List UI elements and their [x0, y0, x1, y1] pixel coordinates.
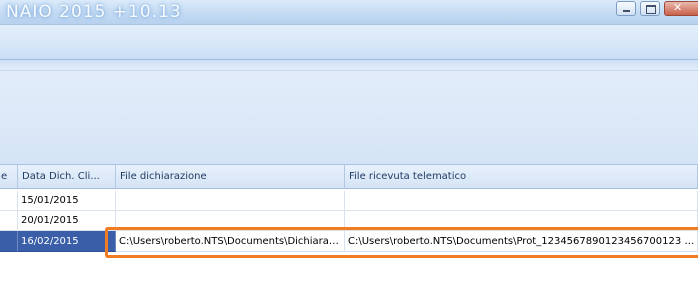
file-ricevuta-cell[interactable] [345, 191, 698, 211]
minimize-icon [623, 10, 630, 12]
table-row[interactable]: 15/01/2015 [0, 191, 698, 211]
ribbon-strip [0, 60, 698, 71]
column-header-data-dich[interactable]: Data Dich. Cli... [18, 165, 116, 189]
data-grid: e Data Dich. Cli... File dichiarazione F… [0, 165, 698, 291]
window-title: NAIO 2015 +10.13 [6, 2, 182, 22]
ribbon-panel [0, 60, 698, 165]
maximize-button[interactable] [640, 1, 660, 16]
close-icon: ✕ [673, 1, 683, 14]
date-cell[interactable]: 16/02/2015 [18, 231, 116, 252]
file-dichiarazione-cell[interactable] [116, 191, 345, 211]
date-cell[interactable]: 15/01/2015 [18, 191, 116, 211]
column-header-e[interactable]: e [0, 165, 18, 189]
row-indicator-cell [0, 231, 18, 252]
column-header-file-ricevuta[interactable]: File ricevuta telematico [345, 165, 698, 189]
toolbar [0, 24, 698, 60]
minimize-button[interactable] [616, 1, 636, 16]
row-indicator-cell [0, 191, 18, 211]
file-dichiarazione-cell[interactable]: C:\Users\roberto.NTS\Documents\Dichiaraz… [116, 231, 345, 252]
row-indicator-cell [0, 211, 18, 231]
file-dichiarazione-cell[interactable] [116, 211, 345, 231]
table-row-selected[interactable]: 16/02/2015 C:\Users\roberto.NTS\Document… [0, 231, 698, 252]
table-row[interactable]: 20/01/2015 [0, 211, 698, 231]
title-bar: NAIO 2015 +10.13 ✕ [0, 0, 698, 24]
close-button[interactable]: ✕ [664, 1, 698, 16]
file-ricevuta-cell[interactable] [345, 211, 698, 231]
file-ricevuta-cell[interactable]: C:\Users\roberto.NTS\Documents\Prot_1234… [345, 231, 698, 252]
maximize-icon [646, 5, 656, 14]
date-cell[interactable]: 20/01/2015 [18, 211, 116, 231]
column-header-file-dichiarazione[interactable]: File dichiarazione [116, 165, 345, 189]
